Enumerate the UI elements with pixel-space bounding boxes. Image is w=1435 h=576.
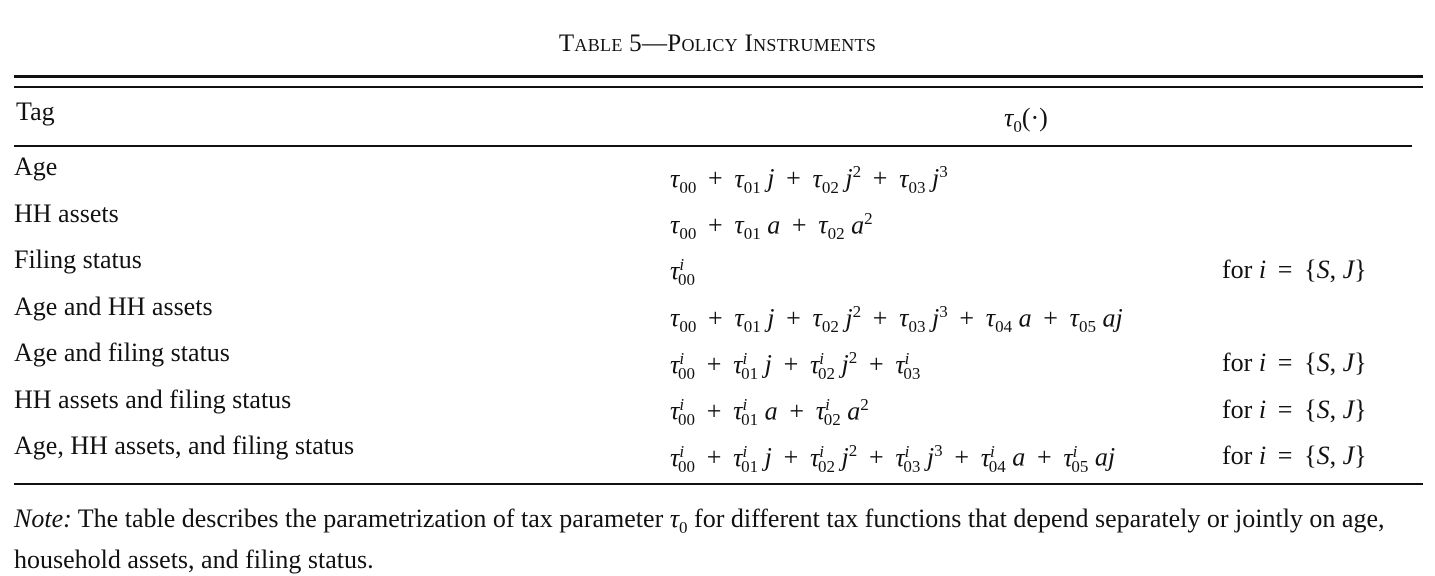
row-formula: τi00 (670, 255, 696, 289)
top-rule-thin (14, 86, 1423, 88)
row-condition: for i = {S, J} (1222, 348, 1367, 377)
row-condition: for i = {S, J} (1222, 394, 1367, 424)
note-text-before: The table describes the parametrization … (77, 504, 664, 533)
table-row: Age τ00 + τ01 j + τ02 j2 + τ03 j3 (0, 152, 1435, 199)
row-formula: τi00 + τi01 j + τi02 j2 + τi03 (670, 348, 921, 383)
row-formula: τ00 + τ01 j + τ02 j2 + τ03 j3 (670, 162, 948, 197)
row-tag: Filing status (14, 245, 142, 274)
row-tag: HH assets (14, 198, 119, 228)
note-lead: Note: (14, 504, 72, 533)
row-tag: Age and HH assets (14, 291, 213, 321)
row-condition: for i = {S, J} (1222, 441, 1367, 470)
column-header-formula-symbol: τ (1004, 103, 1014, 132)
column-header-formula-arg: (·) (1021, 103, 1048, 132)
row-formula: τ00 + τ01 a + τ02 a2 (670, 208, 873, 244)
table-row: Age, HH assets, and filing status τi00 +… (0, 431, 1435, 478)
row-tag: Age and filing status (14, 338, 230, 367)
column-header-formula: τ0(·) (1004, 103, 1048, 137)
table-row: HH assets τ00 + τ01 a + τ02 a2 (0, 199, 1435, 246)
row-formula: τi00 + τi01 a + τi02 a2 (670, 394, 869, 430)
row-formula: τ00 + τ01 j + τ02 j2 + τ03 j3 + τ04 a + … (670, 301, 1123, 337)
table-row: HH assets and filing status τi00 + τi01 … (0, 385, 1435, 432)
table-note: Note: The table describes the parametriz… (14, 503, 1424, 576)
table-row: Age and filing status τi00 + τi01 j + τi… (0, 338, 1435, 385)
row-formula: τi00 + τi01 j + τi02 j2 + τi03 j3 + τi04… (670, 441, 1116, 476)
row-tag: Age, HH assets, and filing status (14, 431, 355, 460)
note-symbol-subscript: 0 (679, 518, 688, 538)
column-header-tag: Tag (16, 97, 55, 126)
row-tag: Age (14, 152, 58, 181)
column-header-formula-subscript: 0 (1013, 117, 1022, 137)
note-symbol: τ0 (669, 504, 688, 537)
table-page: Table 5—Policy Instruments Tag τ0(·) Age… (0, 0, 1435, 574)
top-rule-thick (14, 75, 1423, 78)
bottom-rule (14, 483, 1423, 485)
table-row: Filing status τi00 for i = {S, J} (0, 245, 1435, 292)
table-title: Table 5—Policy Instruments (558, 30, 877, 57)
row-condition: for i = {S, J} (1222, 255, 1367, 284)
row-tag: HH assets and filing status (14, 384, 292, 414)
note-symbol-letter: τ (669, 504, 680, 533)
header-rule (14, 145, 1412, 147)
table-row: Age and HH assets τ00 + τ01 j + τ02 j2 +… (0, 292, 1435, 339)
table-body: Age τ00 + τ01 j + τ02 j2 + τ03 j3 HH ass… (0, 152, 1435, 478)
